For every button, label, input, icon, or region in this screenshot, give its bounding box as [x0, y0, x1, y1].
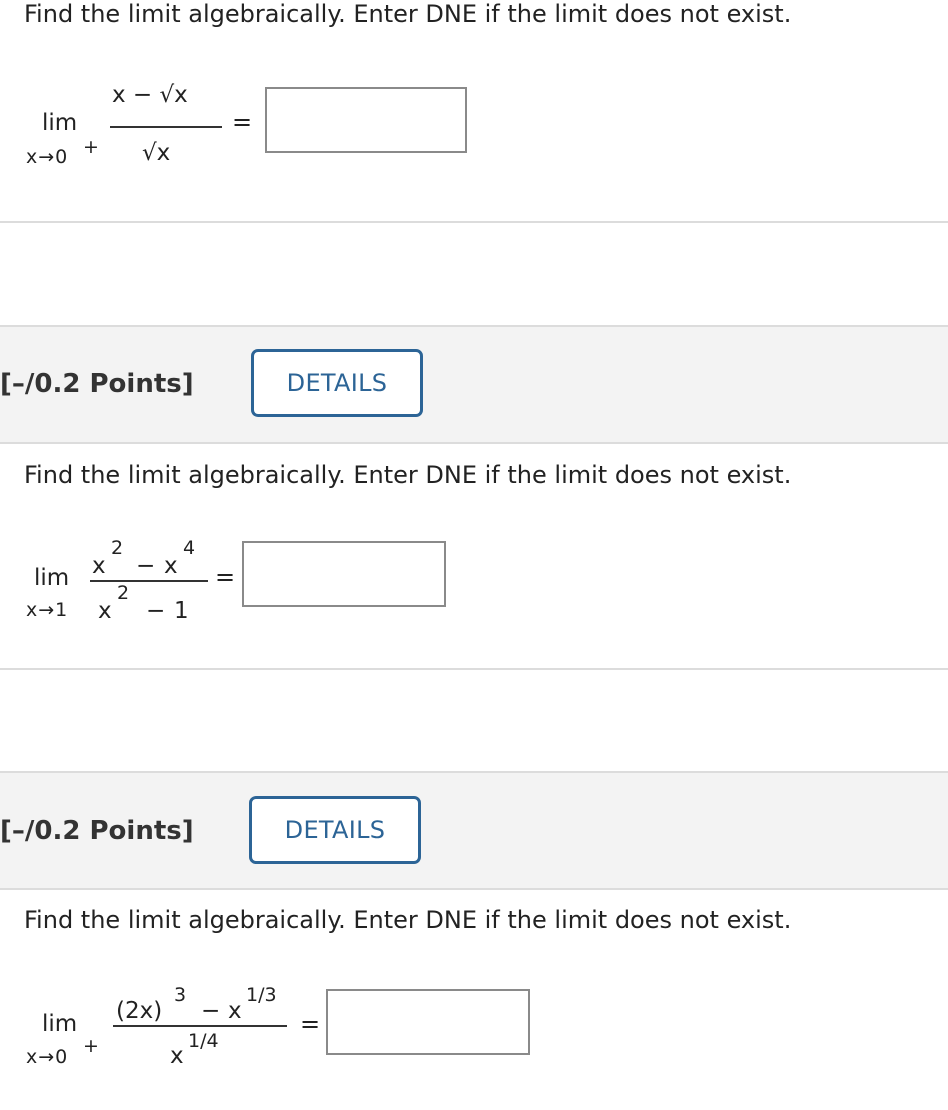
numerator-exponent: 1/3 [246, 984, 277, 1006]
question-prompt: Find the limit algebraically. Enter DNE … [24, 906, 792, 934]
question-prompt: Find the limit algebraically. Enter DNE … [24, 461, 792, 489]
equals-sign: = [215, 563, 236, 591]
equals-sign: = [232, 108, 253, 136]
answer-input[interactable] [242, 541, 446, 607]
details-button[interactable]: DETAILS [251, 349, 423, 417]
lim-subscript-superscript: + [83, 136, 99, 158]
question-prompt: Find the limit algebraically. Enter DNE … [24, 0, 792, 28]
lim-label: lim [34, 565, 70, 591]
numerator-operator: − [136, 553, 156, 579]
equals-sign: = [300, 1010, 321, 1038]
fraction-bar [113, 1025, 287, 1027]
denominator-exponent: 1/4 [188, 1030, 219, 1052]
numerator-term: x [164, 553, 178, 579]
answer-input[interactable] [265, 87, 467, 153]
points-label: [–/0.2 Points] [0, 816, 194, 846]
denominator-term: 1 [174, 598, 189, 624]
lim-subscript: x→1 [26, 599, 69, 621]
divider [0, 888, 948, 890]
numerator-operator: − [201, 998, 221, 1024]
fraction-bar [90, 580, 208, 582]
divider [0, 442, 948, 444]
fraction-denominator: √x [142, 140, 171, 166]
numerator-exponent: 2 [111, 537, 124, 559]
lim-label: lim [42, 1011, 78, 1037]
divider [0, 221, 948, 223]
divider [0, 668, 948, 670]
lim-subscript: x→0 [26, 146, 69, 168]
denominator-term: x [170, 1043, 184, 1069]
numerator-exponent: 4 [183, 537, 196, 559]
numerator-exponent: 3 [174, 984, 187, 1006]
denominator-operator: − [146, 598, 166, 624]
denominator-term: x [98, 598, 112, 624]
fraction-bar [110, 126, 222, 128]
lim-subscript-superscript: + [83, 1035, 99, 1057]
numerator-term: x [228, 998, 242, 1024]
fraction-numerator: x − √x [112, 82, 188, 108]
answer-input[interactable] [326, 989, 530, 1055]
lim-subscript: x→0 [26, 1046, 69, 1068]
numerator-term: (2x) [116, 998, 163, 1024]
lim-label: lim [42, 110, 78, 136]
numerator-term: x [92, 553, 106, 579]
details-button[interactable]: DETAILS [249, 796, 421, 864]
points-label: [–/0.2 Points] [0, 369, 194, 399]
denominator-exponent: 2 [117, 582, 130, 604]
